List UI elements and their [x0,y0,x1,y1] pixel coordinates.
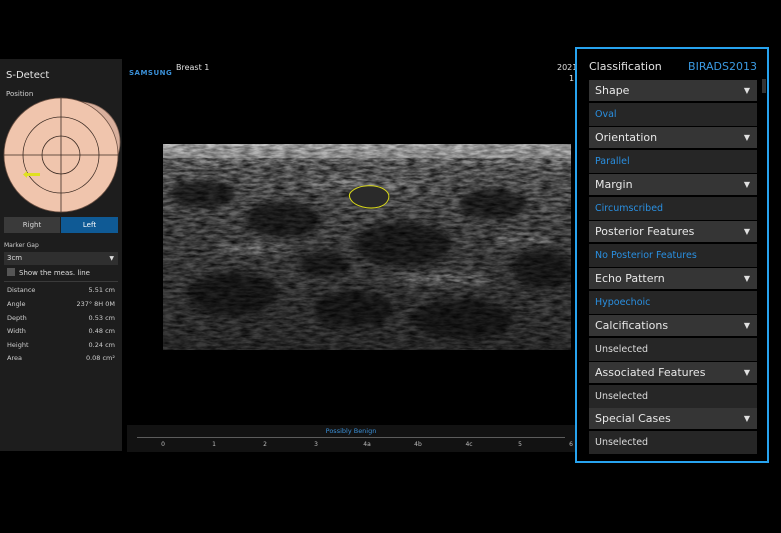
show-meas-line-label: Show the meas. line [19,269,90,277]
category-dropdown-calcifications[interactable]: Calcifications ▼ [589,315,757,336]
scale-tick: 4b [414,441,422,448]
triangle-down-icon: ▼ [743,368,750,377]
category-value[interactable]: Circumscribed [589,197,757,220]
category-value[interactable]: Parallel [589,150,757,173]
measurement-name: Area [7,354,22,362]
measurement-row: Width 0.48 cm [7,327,115,335]
measurement-value: 237° 8H 0M [76,300,115,308]
birads-mode[interactable]: BIRADS2013 [688,60,757,73]
category-dropdown-special-cases[interactable]: Special Cases ▼ [589,408,757,429]
scale-tick: 3 [314,441,318,448]
scale-tick: 6 [569,441,573,448]
scale-tick: 1 [212,441,216,448]
show-meas-line-checkbox[interactable]: Show the meas. line [7,268,90,277]
right-side-button[interactable]: Right [4,217,60,233]
result-text: Possibly Benign [325,427,377,435]
measurement-value: 0.53 cm [88,314,115,322]
scale-tick: 2 [263,441,267,448]
measurement-row: Angle 237° 8H 0M [7,300,115,308]
category-label: Orientation [595,131,658,144]
category-label: Calcifications [595,319,669,332]
category-label: Echo Pattern [595,272,665,285]
category-dropdown-associated-features[interactable]: Associated Features ▼ [589,362,757,383]
category-dropdown-echo-pattern[interactable]: Echo Pattern ▼ [589,268,757,289]
measurement-name: Height [7,341,29,349]
measurement-name: Distance [7,286,36,294]
category-dropdown-posterior-features[interactable]: Posterior Features ▼ [589,221,757,242]
measurement-value: 5.51 cm [88,286,115,294]
measurement-name: Width [7,327,26,335]
category-label: Shape [595,84,630,97]
triangle-down-icon: ▼ [743,321,750,330]
marker-gap-label: Marker Gap [4,242,39,249]
birads-result-bar: Possibly Benign 0 1 2 3 4a 4b 4c 5 6 [127,425,575,452]
category-label: Posterior Features [595,225,695,238]
category-value[interactable]: Unselected [589,385,757,408]
panel-title: S-Detect [6,70,50,81]
category-calcifications: Calcifications ▼ Unselected [589,315,757,361]
category-value[interactable]: Unselected [589,338,757,361]
triangle-down-icon: ▼ [743,414,750,423]
measurement-row: Depth 0.53 cm [7,314,115,322]
category-value[interactable]: Hypoechoic [589,291,757,314]
scale-tick: 4a [363,441,371,448]
marker-gap-value: 3cm [7,254,23,262]
measurement-value: 0.24 cm [88,341,115,349]
triangle-down-icon: ▼ [743,180,750,189]
category-associated-features: Associated Features ▼ Unselected [589,362,757,408]
measurement-name: Angle [7,300,26,308]
scale-line [137,437,565,438]
ultrasound-image[interactable] [163,144,571,350]
triangle-down-icon: ▼ [743,133,750,142]
marker-gap-select[interactable]: 3cm ▼ [4,252,118,265]
s-detect-panel: S-Detect Position Right Left Marker Gap … [0,59,122,451]
chevron-down-icon: ▼ [109,255,114,262]
category-shape: Shape ▼ Oval [589,80,757,126]
checkbox-icon [7,268,15,276]
measurement-row: Area 0.08 cm² [7,354,115,362]
classification-title: Classification [589,60,662,73]
measurement-value: 0.48 cm [88,327,115,335]
category-label: Associated Features [595,366,706,379]
breast-position-diagram[interactable] [2,97,122,213]
date-text-line2: 1 [569,74,575,83]
category-label: Special Cases [595,412,671,425]
measurement-row: Distance 5.51 cm [7,286,115,294]
scale-tick: 5 [518,441,522,448]
scale-tick: 0 [161,441,165,448]
triangle-down-icon: ▼ [743,274,750,283]
triangle-down-icon: ▼ [743,86,750,95]
category-special-cases: Special Cases ▼ Unselected [589,408,757,454]
category-value[interactable]: Unselected [589,431,757,454]
category-dropdown-margin[interactable]: Margin ▼ [589,174,757,195]
category-dropdown-shape[interactable]: Shape ▼ [589,80,757,101]
category-echo-pattern: Echo Pattern ▼ Hypoechoic [589,268,757,314]
left-side-button[interactable]: Left [61,217,118,233]
category-value[interactable]: No Posterior Features [589,244,757,267]
classification-panel: Classification BIRADS2013 Shape ▼ Oval O… [575,47,769,463]
category-posterior-features: Posterior Features ▼ No Posterior Featur… [589,221,757,267]
category-dropdown-orientation[interactable]: Orientation ▼ [589,127,757,148]
brand-logo: SAMSUNG [129,69,173,77]
scale-tick: 4c [465,441,473,448]
scrollbar[interactable] [762,79,766,93]
category-label: Margin [595,178,633,191]
study-label: Breast 1 [176,63,210,72]
category-value[interactable]: Oval [589,103,757,126]
measurement-value: 0.08 cm² [85,354,115,362]
measurement-row: Height 0.24 cm [7,341,115,349]
divider [4,281,118,282]
category-margin: Margin ▼ Circumscribed [589,174,757,220]
category-orientation: Orientation ▼ Parallel [589,127,757,173]
measurement-name: Depth [7,314,27,322]
ultrasound-scan [163,144,571,350]
triangle-down-icon: ▼ [743,227,750,236]
